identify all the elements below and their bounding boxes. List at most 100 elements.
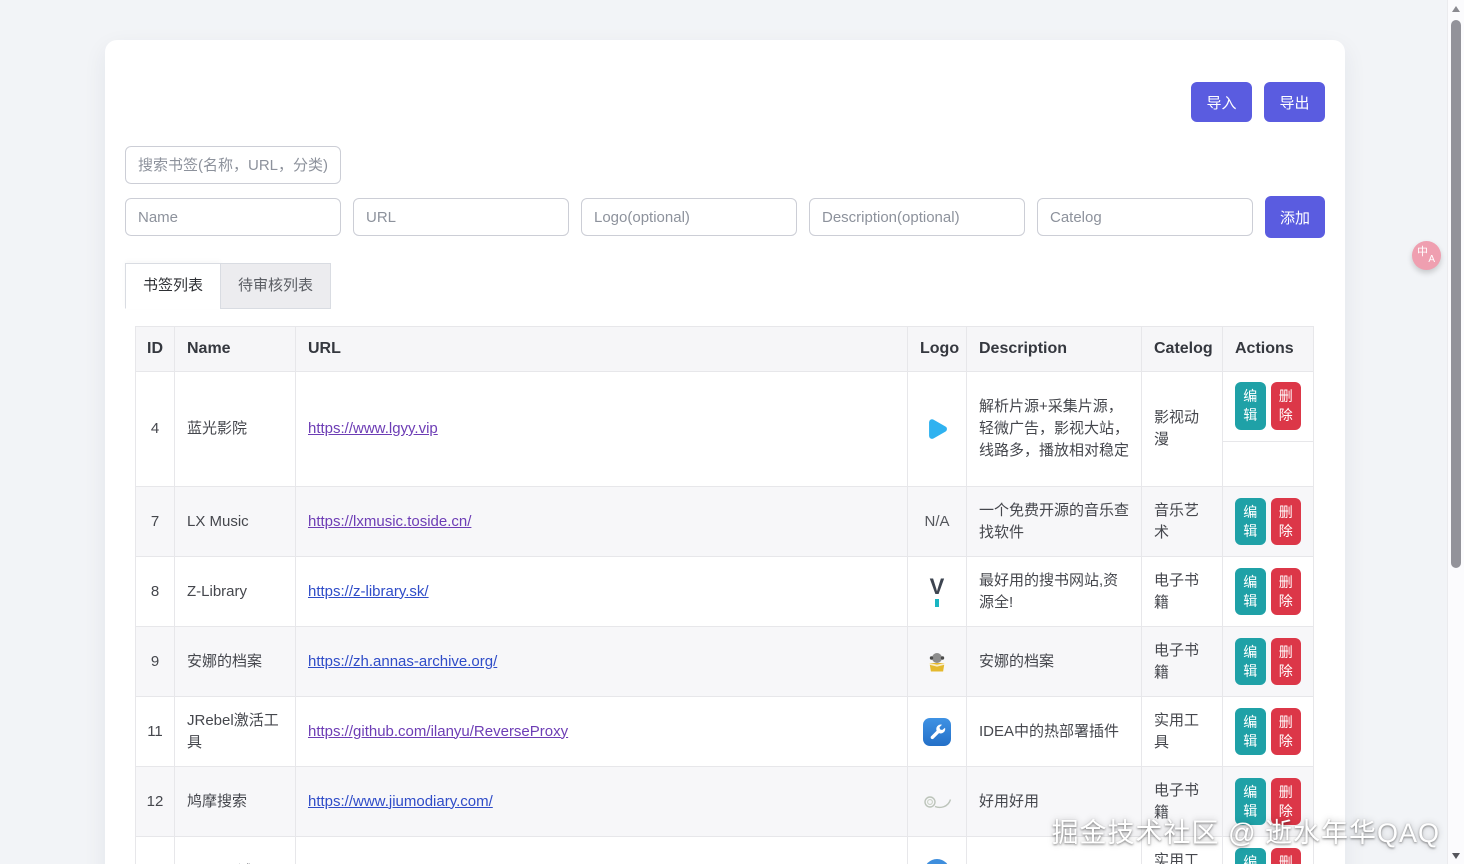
bookmark-manager-card: 导入 导出 添加 书签列表 待审核列表 ID Name URL L [105,40,1345,864]
cell-name: 蓝光影院 [175,372,296,487]
cell-logo [908,767,967,837]
scrollbar-up-arrow-icon[interactable] [1452,6,1460,12]
translate-en-glyph: A [1428,255,1435,265]
search-input[interactable] [125,146,341,184]
import-button[interactable]: 导入 [1191,82,1252,122]
cell-name: Navicat试用 [175,837,296,864]
logo-field[interactable] [581,198,797,236]
header-catelog: Catelog [1142,327,1223,372]
cell-url: https://github.com/ilanyu/ReverseProxy [296,697,908,767]
cell-id: 9 [136,627,175,697]
url-field[interactable] [353,198,569,236]
export-button[interactable]: 导出 [1264,82,1325,122]
scrollbar-thumb[interactable] [1451,20,1461,568]
cell-id [136,837,175,864]
bookmark-link[interactable]: https://github.com/ilanyu/ReverseProxy [308,723,568,740]
cell-description: 解析片源+采集片源，轻微广告，影视大站，线路多，播放相对稳定 [967,372,1142,487]
scrollbar-down-arrow-icon[interactable] [1452,853,1460,859]
toolbar: 导入 导出 [125,82,1325,122]
table-row: 9安娜的档案https://zh.annas-archive.org/安娜的档案… [136,627,1314,697]
logo-na-text: N/A [924,513,949,530]
cell-logo [908,697,967,767]
table-row: 4蓝光影院 https://www.lgyy.vip 解析片源+采集片源，轻微广告，… [136,372,1314,487]
cell-description: 好用好用 [967,767,1142,837]
cell-url: https://lxmusic.toside.cn/ [296,487,908,557]
cell-catelog: 影视动漫 [1142,372,1223,487]
cell-logo: N/A [908,487,967,557]
cell-actions: 编辑删除 [1223,627,1314,697]
cell-actions: 编辑删除 [1223,372,1314,487]
bookmark-table: ID Name URL Logo Description Catelog Act… [135,326,1313,864]
cell-name: 安娜的档案 [175,627,296,697]
cell-url: https://www.lgyy.vip [296,372,908,487]
translate-zh-glyph: 中 [1417,247,1428,258]
delete-button[interactable]: 删除 [1271,568,1302,616]
delete-button[interactable]: 删除 [1271,638,1302,686]
delete-button[interactable]: 删除 [1271,498,1302,546]
tab-pending-review-list[interactable]: 待审核列表 [220,263,331,309]
table-row: 12鸠摩搜索https://www.jiumodiary.com/好用好用电子书… [136,767,1314,837]
cell-description [967,837,1142,864]
delete-button[interactable]: 删除 [1271,382,1302,430]
annas-archive-icon [924,650,950,674]
header-actions: Actions [1223,327,1314,372]
cell-catelog: 电子书籍 [1142,557,1223,627]
delete-button[interactable]: 删除 [1271,848,1302,864]
edit-button[interactable]: 编辑 [1235,568,1266,616]
translate-fab-button[interactable]: 中 A [1412,241,1441,270]
cell-name: Z-Library [175,557,296,627]
table-row: 7LX Music https://lxmusic.toside.cn/N/A 一个… [136,487,1314,557]
bookmark-link[interactable]: https://lxmusic.toside.cn/ [308,513,471,530]
cell-logo [908,372,967,487]
cell-description: 最好用的搜书网站,资源全! [967,557,1142,627]
cell-actions: 编辑删除 [1223,837,1314,864]
edit-button[interactable]: 编辑 [1235,638,1266,686]
table-header-row: ID Name URL Logo Description Catelog Act… [136,327,1314,372]
cell-catelog: 电子书籍 [1142,767,1223,837]
search-row [125,146,1325,184]
header-logo: Logo [908,327,967,372]
snail-icon [922,794,952,809]
catelog-field[interactable] [1037,198,1253,236]
header-id: ID [136,327,175,372]
cell-description: 一个免费开源的音乐查找软件 [967,487,1142,557]
description-field[interactable] [809,198,1025,236]
name-field[interactable] [125,198,341,236]
cell-id: 7 [136,487,175,557]
edit-button[interactable]: 编辑 [1235,498,1266,546]
add-button[interactable]: 添加 [1265,196,1325,238]
header-description: Description [967,327,1142,372]
bookmark-link[interactable]: https://z-library.sk/ [308,583,429,600]
cell-id: 12 [136,767,175,837]
bookmark-link[interactable]: https://zh.annas-archive.org/ [308,653,497,670]
play-icon [923,415,951,443]
wrench-icon [923,718,951,746]
bookmark-link[interactable]: https://www.lgyy.vip [308,420,438,437]
cell-actions: 编辑删除 [1223,767,1314,837]
navicat-icon [924,859,950,864]
cell-name: LX Music [175,487,296,557]
cell-actions: 编辑删除 [1223,487,1314,557]
scrollbar[interactable] [1447,0,1464,864]
edit-button[interactable]: 编辑 [1235,848,1266,864]
add-bookmark-form: 添加 [125,196,1325,238]
cell-catelog: 电子书籍 [1142,627,1223,697]
tab-bookmark-list[interactable]: 书签列表 [125,263,221,309]
table-row: 8Z-Libraryhttps://z-library.sk/V最好用的搜书网站… [136,557,1314,627]
cell-actions: 编辑删除 [1223,557,1314,627]
table-row: Navicat试用 实用工具编辑删除 [136,837,1314,864]
cell-id: 4 [136,372,175,487]
cell-catelog: 实用工具 [1142,837,1223,864]
cell-description: 安娜的档案 [967,627,1142,697]
edit-button[interactable]: 编辑 [1235,382,1266,430]
cell-url: https://zh.annas-archive.org/ [296,627,908,697]
edit-button[interactable]: 编辑 [1235,708,1266,756]
delete-button[interactable]: 删除 [1271,708,1302,756]
bookmark-link[interactable]: https://www.jiumodiary.com/ [308,793,493,810]
cell-url: https://z-library.sk/ [296,557,908,627]
cell-logo: V [908,557,967,627]
edit-button[interactable]: 编辑 [1235,778,1266,826]
delete-button[interactable]: 删除 [1271,778,1302,826]
cell-url: https://www.jiumodiary.com/ [296,767,908,837]
cell-logo [908,837,967,864]
